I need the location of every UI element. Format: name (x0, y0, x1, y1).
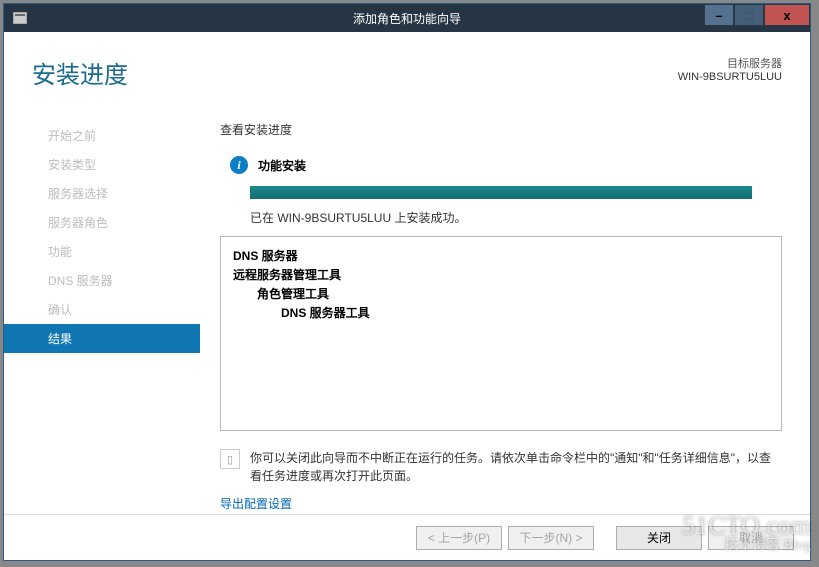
info-footer-text: 你可以关闭此向导而不中断正在运行的任务。请依次单击命令栏中的"通知"和"任务详细… (250, 449, 782, 485)
sidebar-item-before-begin: 开始之前 (4, 121, 200, 150)
export-config-link[interactable]: 导出配置设置 (220, 495, 782, 512)
tree-item: 远程服务器管理工具 (233, 266, 769, 285)
progress-bar (250, 186, 752, 199)
main-body: 开始之前 安装类型 服务器选择 服务器角色 功能 DNS 服务器 确认 结果 查… (4, 113, 810, 512)
window-controls: – □ x (704, 4, 810, 26)
cancel-button: 取消 (708, 526, 794, 550)
tree-item: DNS 服务器工具 (281, 304, 769, 323)
wizard-window: 添加角色和功能向导 – □ x 安装进度 目标服务器 WIN-9BSURTU5L… (3, 3, 811, 561)
app-icon (10, 10, 30, 26)
sidebar-item-server-select: 服务器选择 (4, 179, 200, 208)
main-panel: 查看安装进度 i 功能安装 已在 WIN-9BSURTU5LUU 上安装成功。 … (200, 113, 810, 512)
header-region: 安装进度 目标服务器 WIN-9BSURTU5LUU (4, 33, 810, 100)
minimize-button[interactable]: – (704, 4, 734, 26)
maximize-button: □ (734, 4, 764, 26)
sidebar-item-results: 结果 (4, 324, 200, 353)
close-button[interactable]: 关闭 (616, 526, 702, 550)
tree-item: DNS 服务器 (233, 247, 769, 266)
content-area: 安装进度 目标服务器 WIN-9BSURTU5LUU 开始之前 安装类型 服务器… (4, 33, 810, 560)
section-label: 查看安装进度 (220, 121, 782, 138)
sidebar-item-server-roles: 服务器角色 (4, 208, 200, 237)
tree-item: 角色管理工具 (257, 285, 769, 304)
install-result-text: 已在 WIN-9BSURTU5LUU 上安装成功。 (250, 209, 782, 226)
server-info-panel: 目标服务器 WIN-9BSURTU5LUU (678, 55, 782, 83)
page-title: 安装进度 (32, 55, 128, 90)
window-title: 添加角色和功能向导 (353, 10, 461, 27)
sidebar-item-features: 功能 (4, 237, 200, 266)
target-server-label: 目标服务器 (678, 55, 782, 71)
info-icon: i (230, 156, 248, 174)
sidebar-item-install-type: 安装类型 (4, 150, 200, 179)
sidebar-item-confirm: 确认 (4, 295, 200, 324)
flag-icon: ▯ (220, 449, 240, 469)
info-footer: ▯ 你可以关闭此向导而不中断正在运行的任务。请依次单击命令栏中的"通知"和"任务… (220, 449, 782, 485)
status-text: 功能安装 (258, 157, 306, 174)
titlebar: 添加角色和功能向导 – □ x (4, 4, 810, 32)
result-tree-box: DNS 服务器 远程服务器管理工具 角色管理工具 DNS 服务器工具 (220, 236, 782, 431)
button-bar: < 上一步(P) 下一步(N) > 关闭 取消 (4, 514, 810, 560)
sidebar-item-dns-server: DNS 服务器 (4, 266, 200, 295)
wizard-sidebar: 开始之前 安装类型 服务器选择 服务器角色 功能 DNS 服务器 确认 结果 (4, 113, 200, 512)
status-row: i 功能安装 (230, 156, 782, 174)
next-button: 下一步(N) > (508, 526, 594, 550)
previous-button: < 上一步(P) (416, 526, 502, 550)
target-server-name: WIN-9BSURTU5LUU (678, 71, 782, 83)
close-window-button[interactable]: x (764, 4, 810, 26)
